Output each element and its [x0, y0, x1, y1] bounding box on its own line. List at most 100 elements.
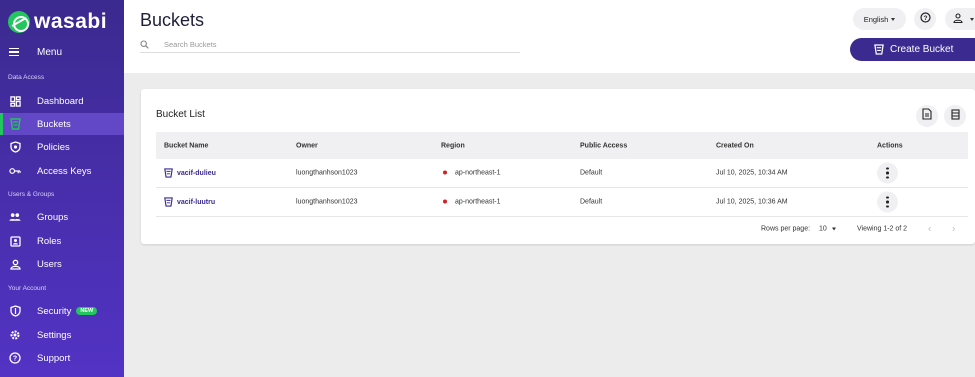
column-header-region[interactable]: Region: [441, 142, 465, 149]
more-options-icon[interactable]: [877, 162, 898, 184]
sidebar-item-users[interactable]: Users: [0, 253, 124, 275]
language-label: English: [863, 14, 889, 24]
section-data-access: Data Access: [8, 74, 45, 81]
chevron-down-icon: [970, 17, 974, 21]
bucket-icon: [9, 118, 21, 130]
sidebar-item-roles[interactable]: Roles: [0, 230, 124, 252]
row-actions: [877, 162, 898, 184]
badge-icon: [9, 235, 21, 247]
region-cell: ap-northeast-1: [443, 199, 501, 206]
column-header-bucket-name[interactable]: Bucket Name: [164, 142, 208, 149]
section-your-account: Your Account: [8, 285, 47, 292]
table-row[interactable]: vacif-luutru luongthanhson1023 ap-northe…: [156, 188, 968, 217]
section-users-groups: Users & Groups: [8, 191, 55, 198]
search-bar[interactable]: [140, 37, 520, 53]
logo-text: wasabi: [34, 10, 108, 33]
region-label: ap-northeast-1: [455, 169, 501, 177]
table-header: Bucket Name Owner Region Public Access C…: [156, 132, 968, 159]
gear-icon: [9, 329, 21, 341]
sidebar-item-label: Settings: [37, 329, 72, 341]
sidebar-item-support[interactable]: ? Support: [0, 347, 124, 369]
menu-toggle[interactable]: Menu: [0, 41, 124, 63]
chevron-down-icon: [831, 227, 836, 231]
create-bucket-label: Create Bucket: [890, 44, 954, 55]
created-on-cell: Jul 10, 2025, 10:36 AM: [716, 198, 788, 206]
help-button[interactable]: ?: [914, 8, 936, 30]
sidebar-item-label: Support: [37, 352, 71, 364]
sidebar: wasabi Menu Data Access Dashboard Bucket…: [0, 0, 124, 377]
column-header-actions: Actions: [877, 142, 903, 149]
public-access-cell: Default: [580, 198, 603, 206]
search-icon: [140, 36, 149, 54]
page-title: Buckets: [140, 10, 205, 30]
sidebar-item-groups[interactable]: Groups: [0, 206, 124, 228]
sidebar-item-label: Dashboard: [37, 95, 84, 107]
user-avatar-icon: [953, 10, 963, 28]
export-csv-button[interactable]: [916, 105, 938, 127]
bucket-icon: [164, 168, 173, 178]
region-dot-icon: [443, 170, 447, 175]
column-header-public-access[interactable]: Public Access: [580, 142, 627, 149]
sidebar-item-access-keys[interactable]: Access Keys: [0, 160, 124, 182]
sidebar-item-security[interactable]: Security NEW: [0, 300, 124, 322]
created-on-cell: Jul 10, 2025, 10:34 AM: [716, 169, 788, 177]
help-icon: ?: [9, 352, 21, 364]
user-icon: [9, 258, 21, 270]
card-title: Bucket List: [156, 109, 205, 120]
sidebar-item-label: Access Keys: [37, 165, 92, 177]
bucket-name-link[interactable]: vacif-luutru: [164, 197, 215, 207]
document-icon: [922, 107, 932, 125]
bucket-name-link[interactable]: vacif-dulieu: [164, 168, 216, 178]
bucket-name: vacif-luutru: [177, 198, 216, 206]
key-icon: [9, 165, 21, 177]
svg-text:?: ?: [923, 15, 927, 22]
list-view-icon: [950, 107, 960, 125]
sidebar-item-buckets[interactable]: Buckets: [0, 113, 124, 135]
sidebar-item-dashboard[interactable]: Dashboard: [0, 90, 124, 112]
sidebar-item-label: Groups: [37, 211, 69, 223]
table-row[interactable]: vacif-dulieu luongthanhson1023 ap-northe…: [156, 159, 968, 188]
group-icon: [9, 211, 21, 223]
next-page-icon[interactable]: ›: [952, 224, 955, 235]
columns-button[interactable]: [944, 105, 966, 127]
bucket-name: vacif-dulieu: [177, 169, 216, 177]
owner-cell: luongthanhson1023: [296, 169, 358, 177]
menu-label: Menu: [37, 46, 63, 58]
public-access-cell: Default: [580, 169, 603, 177]
wasabi-logo[interactable]: wasabi: [8, 10, 107, 34]
region-cell: ap-northeast-1: [443, 170, 501, 177]
svg-text:?: ?: [13, 356, 17, 363]
sidebar-item-label: Security: [37, 305, 72, 317]
new-badge: NEW: [76, 307, 98, 315]
rows-per-page-select[interactable]: 10: [819, 226, 836, 233]
page-header: Buckets English ? Create Bucket: [124, 0, 975, 73]
user-menu-button[interactable]: [945, 8, 975, 30]
shield-icon: [9, 141, 21, 153]
column-header-created-on[interactable]: Created On: [716, 142, 754, 149]
help-circle-icon: ?: [919, 10, 931, 28]
previous-page-icon[interactable]: ‹: [928, 224, 931, 235]
hamburger-icon: [9, 46, 19, 59]
chevron-down-icon: [891, 17, 896, 21]
sidebar-item-label: Users: [37, 258, 62, 270]
bucket-icon: [874, 44, 884, 55]
language-selector[interactable]: English: [853, 8, 906, 30]
search-input[interactable]: [164, 40, 504, 49]
dashboard-icon: [9, 95, 21, 107]
bucket-list-card: Bucket List Bucket Name Owner Region Pub…: [141, 89, 975, 244]
region-dot-icon: [443, 199, 447, 204]
wasabi-logo-icon: [8, 11, 30, 33]
create-bucket-button[interactable]: Create Bucket: [850, 38, 975, 61]
sidebar-item-policies[interactable]: Policies: [0, 136, 124, 158]
rows-per-page-label: Rows per page:: [761, 225, 811, 233]
sidebar-item-label: Policies: [37, 141, 70, 153]
sidebar-item-settings[interactable]: Settings: [0, 324, 124, 346]
table-pagination: Rows per page: 10 Viewing 1-2 of 2 ‹ ›: [156, 219, 968, 239]
viewing-count: Viewing 1-2 of 2: [857, 225, 908, 233]
sidebar-item-label: Buckets: [37, 118, 71, 130]
bucket-icon: [164, 197, 173, 207]
more-options-icon[interactable]: [877, 191, 898, 213]
column-header-owner[interactable]: Owner: [296, 142, 318, 149]
row-actions: [877, 191, 898, 213]
owner-cell: luongthanhson1023: [296, 198, 358, 206]
